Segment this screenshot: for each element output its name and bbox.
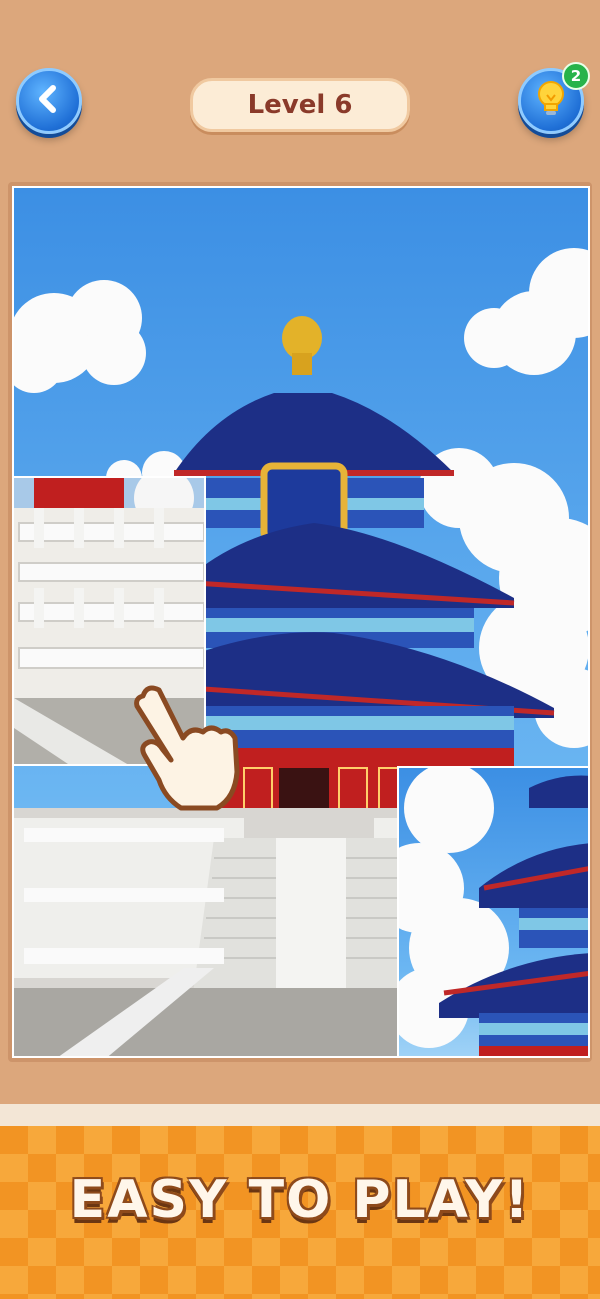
lightbulb-icon <box>533 79 569 123</box>
temple-right-artwork <box>399 768 588 1056</box>
back-button[interactable] <box>16 68 82 134</box>
level-title-plate: Level 6 <box>190 78 410 132</box>
hint-count-badge: 2 <box>562 62 590 90</box>
promo-headline: EASY TO PLAY! <box>69 1170 531 1230</box>
level-title: Level 6 <box>247 90 353 120</box>
chevron-left-icon <box>32 82 66 120</box>
puzzle-piece-temple-right[interactable] <box>397 766 590 1058</box>
banner-divider <box>0 1104 600 1126</box>
tap-hand-icon <box>125 676 245 816</box>
